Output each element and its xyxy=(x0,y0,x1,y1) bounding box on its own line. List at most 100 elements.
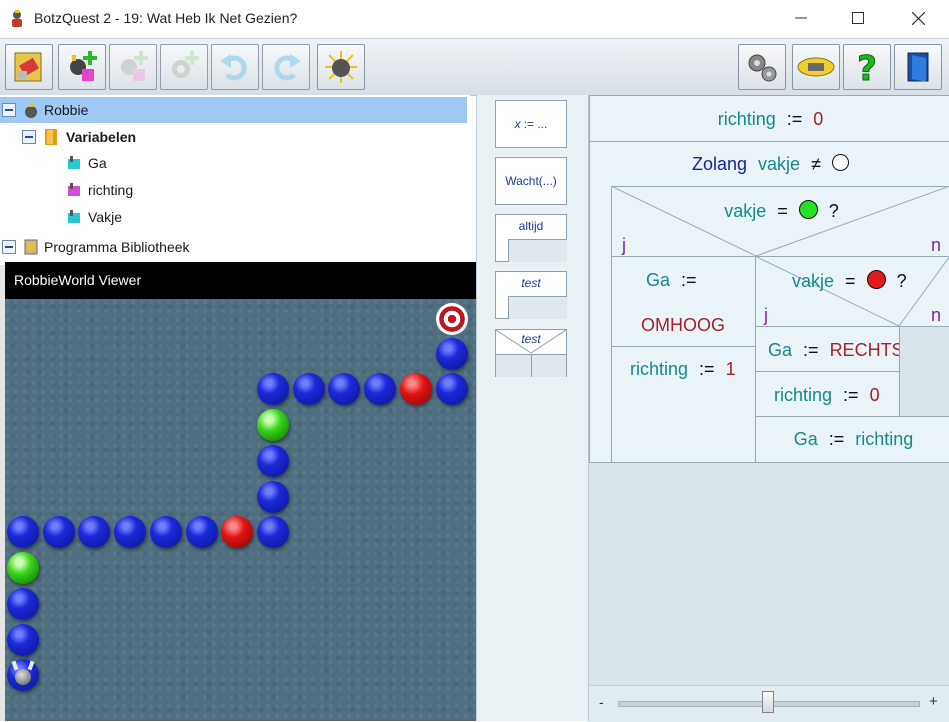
variable-cyan-icon xyxy=(68,210,80,223)
if-no-body xyxy=(532,354,566,377)
if-vakje-red[interactable]: vakje = ? j n xyxy=(755,256,949,327)
assign-ga-richting[interactable]: Ga := richting xyxy=(755,416,949,463)
folder-icon xyxy=(45,129,57,145)
run-robot-button[interactable] xyxy=(317,44,365,90)
var-label: vakje xyxy=(758,154,801,174)
add-gear-disabled-icon xyxy=(172,51,199,78)
badge-icon xyxy=(797,57,835,77)
yes-label: j xyxy=(764,305,768,325)
run-robot-icon xyxy=(325,51,357,83)
assign-richting-0-inner[interactable]: richting := 0 xyxy=(755,371,900,417)
minimize-button[interactable] xyxy=(771,0,831,36)
no-label: n xyxy=(930,305,941,325)
if-block[interactable]: test xyxy=(495,329,567,377)
add-gear-disabled-button[interactable] xyxy=(160,44,208,90)
undo-icon xyxy=(220,54,247,81)
blue-ball xyxy=(257,373,289,405)
forever-label: altijd xyxy=(518,219,544,233)
structogram-canvas[interactable]: richting := 0 Zolang vakje ≠ vakje = ? j… xyxy=(588,95,949,721)
assign-ga-rechts[interactable]: Ga := RECHTS xyxy=(755,326,904,372)
yes-label: j xyxy=(622,235,626,255)
value-label: 1 xyxy=(725,359,736,379)
red-ball xyxy=(400,373,432,405)
minimize-icon xyxy=(795,17,807,19)
robbieworld-viewer[interactable]: RobbieWorld Viewer xyxy=(5,262,506,721)
maximize-icon xyxy=(852,12,864,24)
if-vakje-green[interactable]: vakje = ? j n xyxy=(611,186,949,257)
undo-button[interactable] xyxy=(211,44,259,90)
green-ball xyxy=(257,409,289,441)
test-loop-block[interactable]: test xyxy=(495,271,567,319)
statement-palette: x := ... Wacht(...) altijd test test xyxy=(476,95,589,721)
var-label: vakje xyxy=(724,201,767,221)
maximize-button[interactable] xyxy=(828,0,888,36)
tree-label-variable: Ga xyxy=(88,155,107,171)
add-robot-button[interactable] xyxy=(58,44,106,90)
new-program-icon xyxy=(14,52,42,82)
redo-icon xyxy=(274,54,301,81)
tree-item-variable[interactable]: Ga xyxy=(66,150,107,176)
assign-richting-1[interactable]: richting := 1 xyxy=(611,346,756,463)
help-button[interactable]: ? xyxy=(843,44,891,90)
blue-ball xyxy=(436,373,468,405)
tree-label-library: Programma Bibliotheek xyxy=(44,239,190,255)
blue-ball xyxy=(257,481,289,513)
collapse-icon[interactable] xyxy=(22,130,36,144)
variable-cyan-icon xyxy=(68,156,80,169)
svg-text:?: ? xyxy=(857,49,877,85)
app-robot-icon xyxy=(12,10,22,27)
var-label: Ga xyxy=(793,429,818,449)
new-program-button[interactable] xyxy=(5,44,53,90)
blue-ball xyxy=(150,516,182,548)
redo-button[interactable] xyxy=(262,44,310,90)
zoom-slider-thumb[interactable] xyxy=(762,691,774,713)
close-button[interactable] xyxy=(888,0,948,36)
blue-ball xyxy=(7,588,39,620)
wait-label: Wacht(...) xyxy=(505,174,557,188)
zoom-in-button[interactable]: + xyxy=(929,693,938,710)
forever-loop-block[interactable]: altijd xyxy=(495,214,567,262)
question-label: ? xyxy=(828,201,839,221)
exit-button[interactable] xyxy=(894,44,942,90)
assign-var-label: x xyxy=(514,117,521,131)
world-board[interactable] xyxy=(5,299,506,721)
op-label: := xyxy=(803,340,819,360)
blue-ball xyxy=(78,516,110,548)
no-label: n xyxy=(930,235,941,255)
blue-ball xyxy=(257,445,289,477)
title-bar: BotzQuest 2 - 19: Wat Heb Ik Net Gezien? xyxy=(0,0,949,38)
value-label: OMHOOG xyxy=(641,315,725,335)
var-label: Ga xyxy=(646,270,671,290)
collapse-icon[interactable] xyxy=(2,103,16,117)
blue-ball xyxy=(186,516,218,548)
else-empty-block[interactable] xyxy=(899,326,949,417)
zoom-out-button[interactable]: - xyxy=(599,694,604,710)
assign-richting-0[interactable]: richting := 0 xyxy=(589,95,949,142)
tree-item-variable[interactable]: richting xyxy=(66,177,133,203)
tree-item-variable[interactable]: Vakje xyxy=(66,204,122,230)
assign-ga-omhoog[interactable]: Ga := OMHOOG xyxy=(611,256,756,347)
loop-body xyxy=(508,239,567,262)
collapse-icon[interactable] xyxy=(2,240,16,254)
add-robot-icon xyxy=(70,51,97,81)
blue-ball xyxy=(114,516,146,548)
add-robot-disabled-button[interactable] xyxy=(109,44,157,90)
assign-block[interactable]: x := ... xyxy=(495,100,567,148)
question-label: ? xyxy=(896,271,907,291)
settings-button[interactable] xyxy=(738,44,786,90)
blue-ball xyxy=(7,624,39,656)
wait-block[interactable]: Wacht(...) xyxy=(495,157,567,205)
var-label: richting xyxy=(630,359,689,379)
tree-item-variabelen[interactable]: Variabelen xyxy=(22,124,136,150)
test-label: test xyxy=(521,276,541,290)
tree-item-robbie[interactable]: Robbie xyxy=(0,97,467,123)
tree-label-robbie: Robbie xyxy=(44,102,89,118)
program-tree: Robbie Variabelen Ga richting Vakje Prog… xyxy=(0,95,470,265)
assign-op-label: := ... xyxy=(523,117,548,131)
tree-item-library[interactable]: Programma Bibliotheek xyxy=(0,234,190,260)
variable-magenta-icon xyxy=(68,183,80,196)
robot-icon xyxy=(7,659,39,691)
var-label: richting xyxy=(774,385,833,405)
badge-button[interactable] xyxy=(792,44,840,90)
op-label: := xyxy=(843,385,859,405)
